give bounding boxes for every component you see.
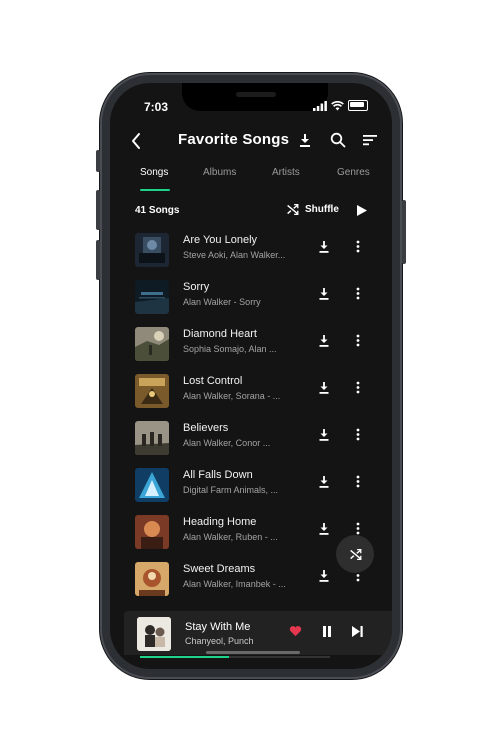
more-options-icon[interactable]: [356, 240, 360, 253]
song-title: All Falls Down: [183, 469, 253, 481]
album-art: [135, 374, 169, 408]
heart-icon[interactable]: [289, 625, 302, 637]
shuffle-icon: [287, 203, 299, 216]
search-icon[interactable]: [330, 132, 346, 148]
song-title: Sweet Dreams: [183, 563, 256, 575]
home-indicator: [206, 651, 300, 654]
download-icon[interactable]: [318, 240, 330, 253]
tab-albums[interactable]: Albums: [203, 167, 236, 178]
now-playing-art: [137, 617, 171, 651]
now-playing-title: Stay With Me: [185, 621, 251, 633]
more-options-icon[interactable]: [356, 334, 360, 347]
song-row[interactable]: Are You Lonely Steve Aoki, Alan Walker..…: [110, 228, 392, 275]
download-icon[interactable]: [318, 381, 330, 394]
wifi-icon: [331, 100, 344, 110]
song-artist: Alan Walker, Sorana - ...: [183, 391, 281, 401]
header: Favorite Songs: [110, 127, 392, 155]
song-artist: Digital Farm Animals, ...: [183, 485, 279, 495]
download-icon[interactable]: [318, 428, 330, 441]
tab-active-indicator: [140, 189, 170, 191]
song-row[interactable]: All Falls Down Digital Farm Animals, ...: [110, 463, 392, 510]
song-title: Lost Control: [183, 375, 243, 387]
mute-switch: [96, 150, 100, 172]
shuffle-button[interactable]: Shuffle: [286, 203, 339, 216]
song-row[interactable]: Sorry Alan Walker - Sorry: [110, 275, 392, 322]
download-icon[interactable]: [318, 287, 330, 300]
album-art: [135, 562, 169, 596]
song-row[interactable]: Diamond Heart Sophia Somajo, Alan ...: [110, 322, 392, 369]
signal-icon: [313, 100, 327, 111]
playback-progress-fill: [140, 656, 229, 658]
skip-next-icon[interactable]: [352, 626, 363, 637]
song-title: Believers: [183, 422, 229, 434]
back-arrow-icon[interactable]: [130, 132, 142, 150]
album-art: [135, 233, 169, 267]
mini-player[interactable]: Stay With Me Chanyeol, Punch: [124, 611, 392, 655]
download-icon[interactable]: [318, 569, 330, 582]
volume-down-button: [96, 240, 100, 280]
more-options-icon[interactable]: [356, 475, 360, 488]
sort-icon[interactable]: [362, 132, 378, 148]
volume-up-button: [96, 190, 100, 230]
album-art: [135, 468, 169, 502]
notch: [182, 83, 328, 111]
more-options-icon[interactable]: [356, 381, 360, 394]
tab-songs[interactable]: Songs: [140, 167, 168, 178]
song-artist: Alan Walker, Imanbek - ...: [183, 579, 286, 589]
album-art: [135, 421, 169, 455]
song-artist: Alan Walker, Conor ...: [183, 438, 271, 448]
album-art: [135, 327, 169, 361]
song-title: Are You Lonely: [183, 234, 258, 246]
download-icon[interactable]: [297, 132, 313, 148]
song-title: Heading Home: [183, 516, 257, 528]
pause-icon[interactable]: [322, 626, 332, 637]
power-button: [402, 200, 406, 264]
app-screen: 7:03 Favorite Songs Songs Albums Artists…: [110, 83, 392, 669]
tab-genres[interactable]: Genres: [337, 167, 370, 178]
floating-shuffle-button[interactable]: [336, 535, 374, 573]
song-row[interactable]: Believers Alan Walker, Conor ...: [110, 416, 392, 463]
song-artist: Steve Aoki, Alan Walker...: [183, 250, 286, 260]
album-art: [135, 280, 169, 314]
song-artist: Alan Walker, Ruben - ...: [183, 532, 278, 542]
shuffle-label: Shuffle: [305, 204, 339, 215]
now-playing-artist: Chanyeol, Punch: [185, 636, 254, 646]
play-all-icon[interactable]: [356, 204, 368, 217]
download-icon[interactable]: [318, 522, 330, 535]
song-count: 41 Songs: [135, 205, 180, 216]
status-icons: [313, 100, 368, 111]
more-options-icon[interactable]: [356, 522, 360, 535]
song-row[interactable]: Lost Control Alan Walker, Sorana - ...: [110, 369, 392, 416]
page-title: Favorite Songs: [178, 131, 290, 148]
song-title: Sorry: [183, 281, 210, 293]
song-artist: Alan Walker - Sorry: [183, 297, 261, 307]
album-art: [135, 515, 169, 549]
download-icon[interactable]: [318, 334, 330, 347]
song-artist: Sophia Somajo, Alan ...: [183, 344, 277, 354]
song-title: Diamond Heart: [183, 328, 257, 340]
shuffle-icon: [349, 548, 361, 560]
list-toolbar: 41 Songs Shuffle: [110, 201, 392, 223]
tab-artists[interactable]: Artists: [272, 167, 300, 178]
download-icon[interactable]: [318, 475, 330, 488]
status-time: 7:03: [144, 100, 169, 114]
more-options-icon[interactable]: [356, 287, 360, 300]
battery-icon: [348, 100, 368, 111]
more-options-icon[interactable]: [356, 428, 360, 441]
